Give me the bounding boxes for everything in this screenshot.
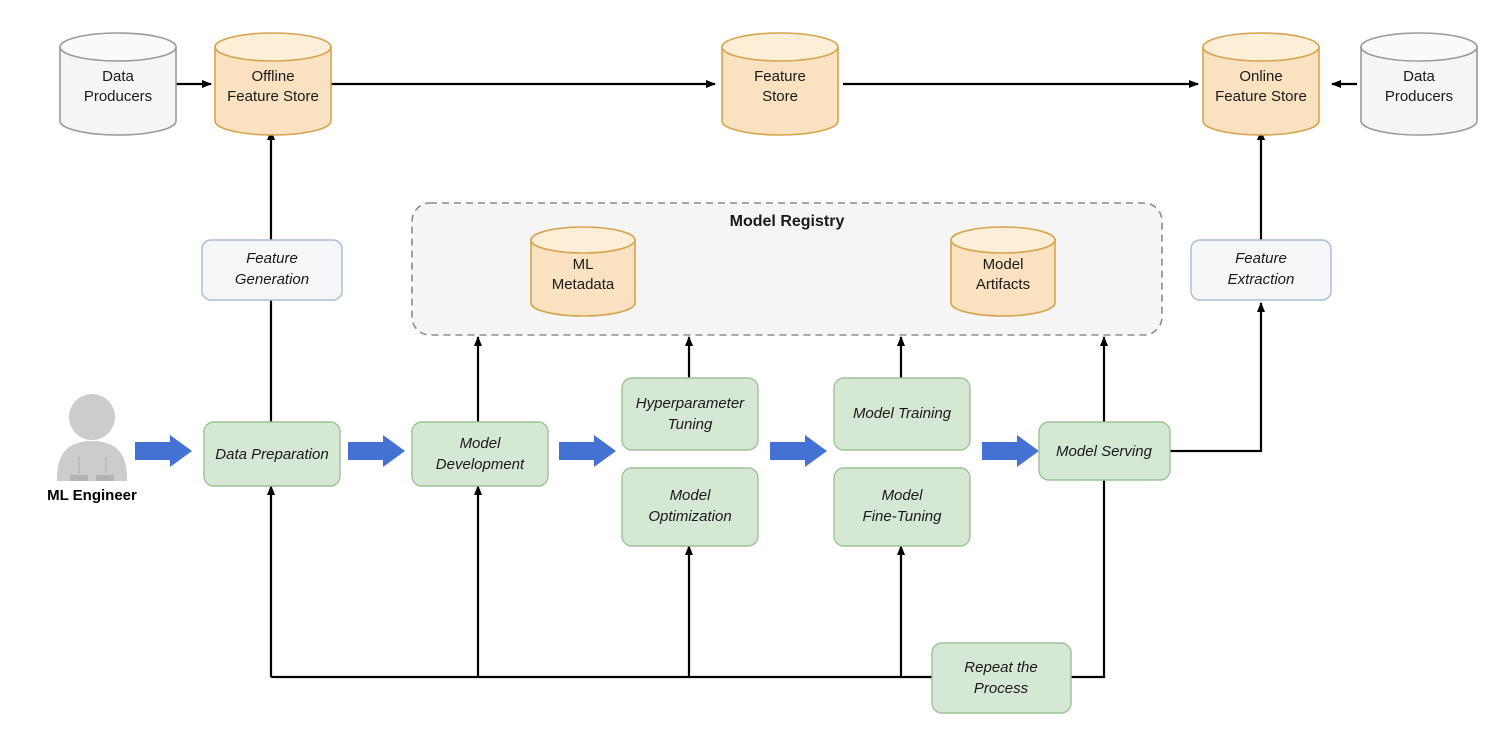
ml-metadata-label-line1: ML: [573, 256, 594, 273]
model-artifacts-cylinder-top: [950, 226, 1056, 254]
store-data-producers-left[interactable]: Data Producers: [59, 32, 177, 136]
model-registry-title: Model Registry: [730, 213, 845, 230]
model-artifacts-label-line1: Model: [983, 256, 1024, 273]
hyperparameter-tuning-label-line2: Tuning: [668, 416, 713, 433]
connector-model-serving-to-repeat-the-process: [1071, 480, 1106, 679]
box-model-fine-tuning[interactable]: Model Fine-Tuning: [833, 467, 971, 547]
feature-extraction-label-line2: Extraction: [1228, 271, 1295, 288]
feature-store-label-line2: Store: [762, 88, 798, 105]
box-model-training[interactable]: Model Training: [833, 377, 971, 451]
repeat-the-process-shape: [931, 642, 1072, 714]
data-preparation-label: Data Preparation: [215, 446, 328, 463]
person-icon: [57, 394, 127, 481]
blue-arrow-training-to-model-serving: [982, 435, 1039, 467]
box-model-serving[interactable]: Model Serving: [1038, 421, 1171, 481]
box-model-development[interactable]: Model Development: [411, 421, 549, 487]
model-fine-tuning-label-line2: Fine-Tuning: [863, 508, 943, 525]
data-producers-left-label-line1: Data: [102, 68, 134, 85]
connector-layer: [176, 80, 1357, 679]
repeat-the-process-label-line1: Repeat the: [964, 659, 1037, 676]
feature-generation-label-line1: Feature: [246, 250, 298, 267]
blue-arrow-data-preparation-to-model-development: [348, 435, 405, 467]
box-repeat-the-process[interactable]: Repeat the Process: [931, 642, 1072, 714]
model-fine-tuning-label-line1: Model: [882, 487, 924, 504]
model-development-label-line2: Development: [436, 456, 525, 473]
mlops-pipeline-diagram: Model Registry ML Metadata Model Artifac…: [0, 0, 1508, 750]
online-feature-store-label-line1: Online: [1239, 68, 1282, 85]
box-hyperparameter-tuning[interactable]: Hyperparameter Tuning: [621, 377, 759, 451]
data-producers-left-cylinder-top: [59, 32, 177, 62]
box-feature-extraction[interactable]: Feature Extraction: [1190, 239, 1332, 301]
offline-feature-store-label-line1: Offline: [251, 68, 294, 85]
store-offline-feature-store[interactable]: Offline Feature Store: [214, 32, 332, 136]
data-producers-left-label-line2: Producers: [84, 88, 152, 105]
store-model-artifacts[interactable]: Model Artifacts: [950, 226, 1056, 317]
store-feature-store[interactable]: Feature Store: [721, 32, 839, 136]
hyperparameter-tuning-label-line1: Hyperparameter: [636, 395, 745, 412]
model-optimization-label-line2: Optimization: [648, 508, 731, 525]
ml-engineer-label: ML Engineer: [47, 487, 137, 504]
online-feature-store-label-line2: Feature Store: [1215, 88, 1307, 105]
actor-ml-engineer[interactable]: ML Engineer: [47, 394, 137, 504]
diagram-canvas: Model Registry ML Metadata Model Artifac…: [47, 32, 1478, 714]
model-artifacts-label-line2: Artifacts: [976, 276, 1030, 293]
store-ml-metadata[interactable]: ML Metadata: [530, 226, 636, 317]
blue-arrow-engineer-to-data-preparation: [135, 435, 192, 467]
feature-store-cylinder-top: [721, 32, 839, 62]
repeat-the-process-label-line2: Process: [974, 680, 1029, 697]
model-development-shape: [411, 421, 549, 487]
ml-metadata-cylinder-top: [530, 226, 636, 254]
data-producers-right-label-line1: Data: [1403, 68, 1435, 85]
blue-arrow-tuning-to-training: [770, 435, 827, 467]
data-producers-right-cylinder-top: [1360, 32, 1478, 62]
feature-extraction-label-line1: Feature: [1235, 250, 1287, 267]
offline-feature-store-cylinder-top: [214, 32, 332, 62]
box-data-preparation[interactable]: Data Preparation: [203, 421, 341, 487]
connector-model-serving-to-feature-extraction: [1170, 302, 1265, 453]
store-online-feature-store[interactable]: Online Feature Store: [1202, 32, 1320, 136]
data-producers-right-label-line2: Producers: [1385, 88, 1453, 105]
feature-generation-label-line2: Generation: [235, 271, 309, 288]
model-serving-label: Model Serving: [1056, 443, 1153, 460]
online-feature-store-cylinder-top: [1202, 32, 1320, 62]
box-feature-generation[interactable]: Feature Generation: [201, 239, 343, 301]
box-model-optimization[interactable]: Model Optimization: [621, 467, 759, 547]
feature-store-label-line1: Feature: [754, 68, 806, 85]
model-training-label: Model Training: [853, 405, 952, 422]
blue-arrow-model-development-to-tuning: [559, 435, 616, 467]
hyperparameter-tuning-shape: [621, 377, 759, 451]
model-optimization-label-line1: Model: [670, 487, 712, 504]
model-development-label-line1: Model: [460, 435, 502, 452]
offline-feature-store-label-line2: Feature Store: [227, 88, 319, 105]
ml-metadata-label-line2: Metadata: [552, 276, 615, 293]
store-data-producers-right[interactable]: Data Producers: [1360, 32, 1478, 136]
